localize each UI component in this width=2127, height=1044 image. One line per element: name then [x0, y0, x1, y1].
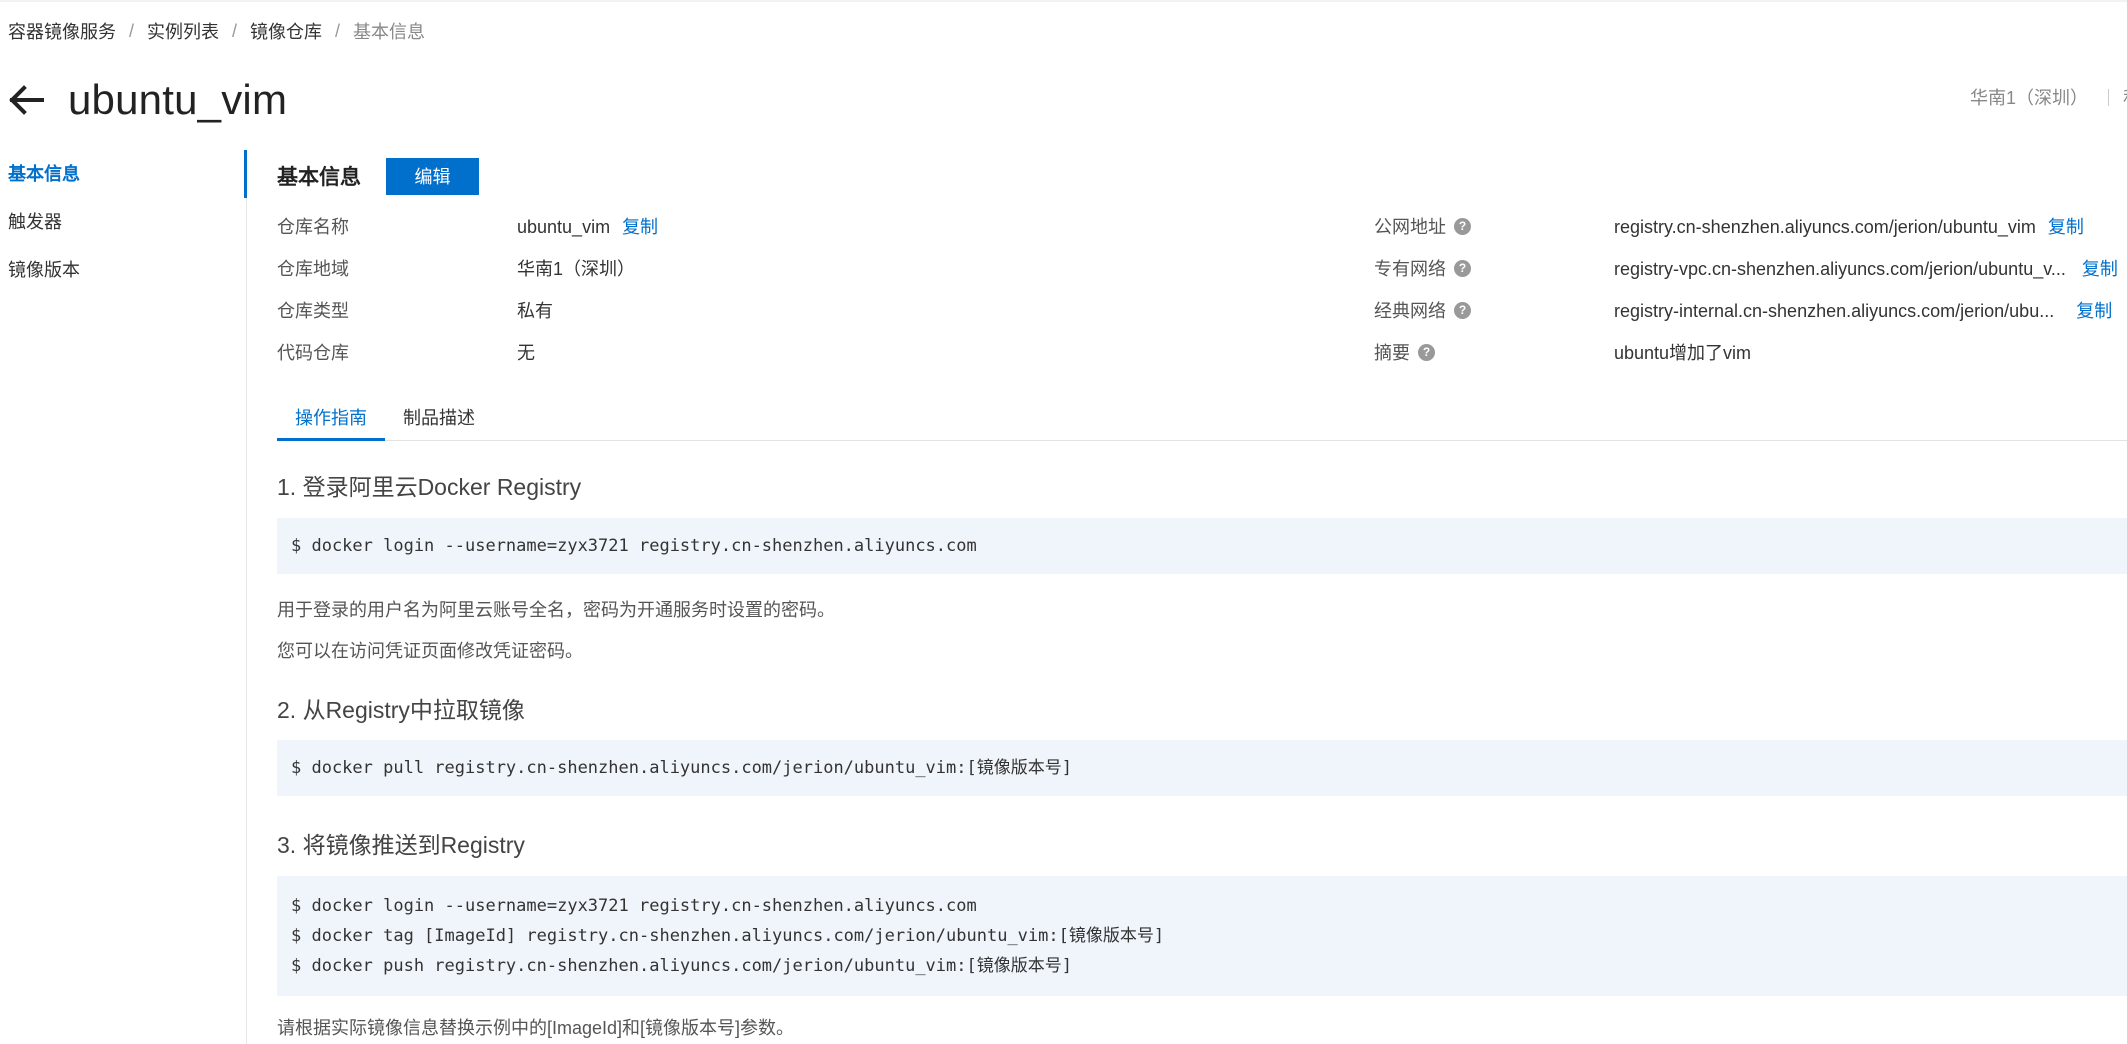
- tab-operation-guide[interactable]: 操作指南: [277, 395, 385, 441]
- code-repo-value: 无: [517, 343, 535, 363]
- active-indicator: [244, 150, 247, 198]
- info-label: 代码仓库: [277, 343, 349, 363]
- info-label: 经典网络: [1374, 301, 1446, 321]
- back-arrow-icon[interactable]: [6, 80, 46, 120]
- breadcrumb-container-registry[interactable]: 容器镜像服务: [8, 18, 116, 44]
- info-label: 仓库地域: [277, 259, 349, 279]
- public-address-value: registry.cn-shenzhen.aliyuncs.com/jerion…: [1614, 217, 2036, 237]
- info-row-repo-name: 仓库名称 ubuntu_vim 复制: [277, 214, 658, 238]
- info-label: 专有网络: [1374, 259, 1446, 279]
- info-grid: 仓库名称 ubuntu_vim 复制 仓库地域 华南1（深圳） 仓库类型 私有 代…: [277, 202, 2127, 422]
- breadcrumb: 容器镜像服务 / 实例列表 / 镜像仓库 / 基本信息: [8, 18, 425, 44]
- region-value: 华南1（深圳）: [517, 259, 636, 279]
- help-icon[interactable]: ?: [1454, 301, 1471, 319]
- breadcrumb-current: 基本信息: [353, 22, 426, 42]
- vpc-address-value: registry-vpc.cn-shenzhen.aliyuncs.com/je…: [1614, 259, 2066, 279]
- step3-code-block[interactable]: $ docker login --username=zyx3721 regist…: [277, 876, 2127, 996]
- sidebar-item-image-versions[interactable]: 镜像版本: [0, 246, 246, 294]
- info-row-public-address: 公网地址 ? registry.cn-shenzhen.aliyuncs.com…: [1374, 214, 2084, 238]
- step1-code-block[interactable]: $ docker login --username=zyx3721 regist…: [277, 518, 2127, 574]
- side-nav: 基本信息 触发器 镜像版本: [0, 150, 247, 1044]
- sidebar-item-basic-info[interactable]: 基本信息: [0, 150, 246, 198]
- copy-classic-address-link[interactable]: 复制: [2076, 301, 2112, 321]
- top-border: [0, 0, 2127, 2]
- code-line: $ docker push registry.cn-shenzhen.aliyu…: [291, 956, 1072, 976]
- breadcrumb-separator: /: [129, 20, 135, 41]
- section-title: 基本信息: [277, 166, 361, 189]
- divider: [2108, 88, 2110, 106]
- info-value-wrap: ubuntu_vim 复制: [517, 213, 658, 239]
- info-label: 仓库类型: [277, 301, 349, 321]
- info-value-wrap: registry.cn-shenzhen.aliyuncs.com/jerion…: [1614, 213, 2084, 239]
- step3-title: 3. 将镜像推送到Registry: [277, 832, 525, 858]
- main-content: 基本信息 编辑 仓库名称 ubuntu_vim 复制 仓库地域 华南1（深圳） 仓…: [277, 150, 2127, 1038]
- sidebar-item-triggers[interactable]: 触发器: [0, 198, 246, 246]
- tabs: 操作指南 制品描述: [277, 395, 2127, 441]
- classic-address-value: registry-internal.cn-shenzhen.aliyuncs.c…: [1614, 301, 2055, 321]
- code-line: $ docker login --username=zyx3721 regist…: [291, 896, 977, 916]
- repo-name-value: ubuntu_vim: [517, 217, 611, 237]
- copy-vpc-address-link[interactable]: 复制: [2082, 259, 2118, 279]
- repo-visibility-label: 私: [2123, 84, 2127, 110]
- copy-repo-name-link[interactable]: 复制: [622, 217, 658, 237]
- info-row-classic-address: 经典网络 ? registry-internal.cn-shenzhen.ali…: [1374, 298, 2112, 322]
- breadcrumb-instance-list[interactable]: 实例列表: [147, 18, 219, 44]
- step2-title: 2. 从Registry中拉取镜像: [277, 697, 525, 723]
- code-line: $ docker tag [ImageId] registry.cn-shenz…: [291, 926, 1165, 946]
- summary-value: ubuntu增加了vim: [1614, 343, 1752, 363]
- info-label: 摘要: [1374, 343, 1410, 363]
- section-header: 基本信息 编辑: [277, 150, 2127, 202]
- info-row-vpc-address: 专有网络 ? registry-vpc.cn-shenzhen.aliyuncs…: [1374, 256, 2118, 280]
- info-value-wrap: registry-vpc.cn-shenzhen.aliyuncs.com/je…: [1614, 255, 2118, 281]
- info-value-wrap: registry-internal.cn-shenzhen.aliyuncs.c…: [1614, 297, 2112, 323]
- info-label: 仓库名称: [277, 217, 349, 237]
- breadcrumb-image-repo[interactable]: 镜像仓库: [250, 18, 322, 44]
- region-info: 华南1（深圳） 私: [1970, 84, 2127, 110]
- repo-type-value: 私有: [517, 301, 553, 321]
- help-icon[interactable]: ?: [1454, 217, 1471, 235]
- title-row: ubuntu_vim: [6, 72, 287, 128]
- info-label: 公网地址: [1374, 217, 1446, 237]
- region-label: 华南1（深圳）: [1970, 88, 2089, 108]
- breadcrumb-separator: /: [232, 20, 238, 41]
- breadcrumb-separator: /: [335, 20, 341, 41]
- tab-artifact-description[interactable]: 制品描述: [385, 395, 493, 441]
- step1-note-1: 用于登录的用户名为阿里云账号全名，密码为开通服务时设置的密码。: [277, 600, 835, 620]
- help-icon[interactable]: ?: [1418, 343, 1435, 361]
- step3-note: 请根据实际镜像信息替换示例中的[ImageId]和[镜像版本号]参数。: [277, 1018, 795, 1038]
- page-title: ubuntu_vim: [68, 76, 288, 123]
- info-row-summary: 摘要 ? ubuntu增加了vim: [1374, 340, 1751, 364]
- info-row-region: 仓库地域 华南1（深圳）: [277, 256, 635, 280]
- step1-title: 1. 登录阿里云Docker Registry: [277, 474, 582, 500]
- copy-public-address-link[interactable]: 复制: [2048, 217, 2084, 237]
- help-icon[interactable]: ?: [1454, 259, 1471, 277]
- info-row-code-repo: 代码仓库 无: [277, 340, 535, 364]
- step1-note-2: 您可以在访问凭证页面修改凭证密码。: [277, 641, 583, 661]
- code-line: $ docker login --username=zyx3721 regist…: [291, 536, 977, 556]
- code-line: $ docker pull registry.cn-shenzhen.aliyu…: [291, 758, 1072, 778]
- edit-button[interactable]: 编辑: [386, 157, 479, 195]
- info-row-repo-type: 仓库类型 私有: [277, 298, 553, 322]
- step2-code-block[interactable]: $ docker pull registry.cn-shenzhen.aliyu…: [277, 740, 2127, 796]
